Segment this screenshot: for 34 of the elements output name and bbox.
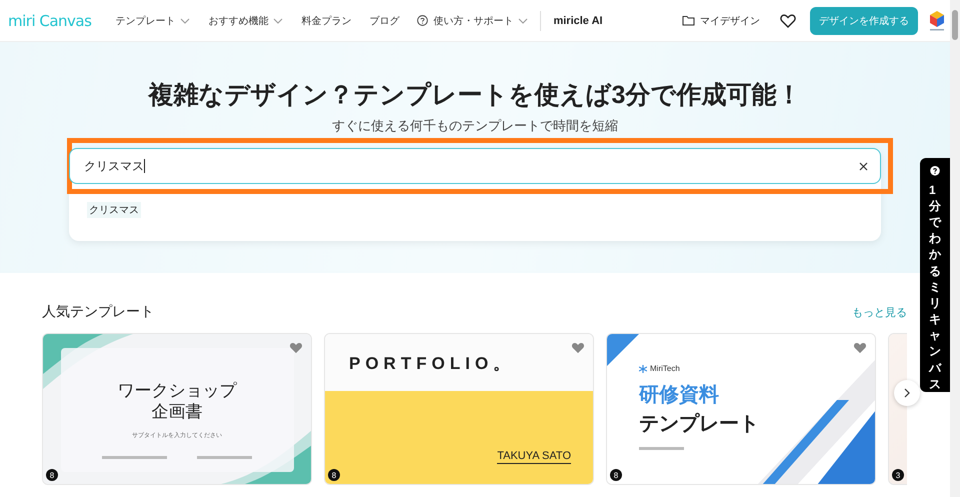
scrollbar[interactable] [950,0,960,497]
cube-logo-icon[interactable] [928,10,946,32]
brand-text: MiriTech [639,364,759,373]
nav-menu-item[interactable]: おすすめ機能 [208,14,284,28]
template-card[interactable]: 3 [888,333,907,485]
chevron-down-icon [518,18,528,24]
close-icon[interactable] [859,162,868,170]
template-card[interactable]: PORTFOLIO。 TAKUYA SATO 8 [324,333,594,485]
template-name-text: TAKUYA SATO [497,450,571,464]
placeholder-text-drawing [639,447,684,450]
section-title: 人気テンプレート [42,303,154,321]
template-title: 研修資料 [639,383,720,408]
chevron-down-icon [180,18,190,24]
suggestion-item[interactable]: クリスマス [87,202,141,218]
help-icon [928,166,942,176]
search-field[interactable]: クリスマス [69,148,881,184]
folder-icon [682,15,695,26]
nav-menu-item[interactable]: テンプレート [115,14,190,28]
my-designs-link[interactable]: マイデザイン [682,14,760,28]
chevron-right-icon [904,388,910,398]
hero-subtitle: すぐに使える何千ものテンプレートで時間を短縮 [332,117,618,135]
template-title: テンプレート [639,412,759,437]
nav-menu-item[interactable]: 使い方・サポート [417,14,528,28]
nav-link[interactable]: miricle AI [553,14,603,26]
help-icon [417,15,428,26]
nav-menu-item[interactable]: ブログ [369,14,400,28]
nav-menu-item[interactable]: 料金プラン [301,14,352,28]
template-title: ワークショップ 企画書 [118,380,236,422]
snowflake-icon [639,364,647,372]
chevron-down-icon [273,18,284,24]
template-title: PORTFOLIO。 [349,353,516,375]
hero-title: 複雑なデザイン？テンプレートを使えば3分で作成可能！ [148,80,802,111]
template-card[interactable]: MiriTech 研修資料 テンプレート 8 [606,333,876,485]
heart-icon[interactable] [780,14,796,28]
